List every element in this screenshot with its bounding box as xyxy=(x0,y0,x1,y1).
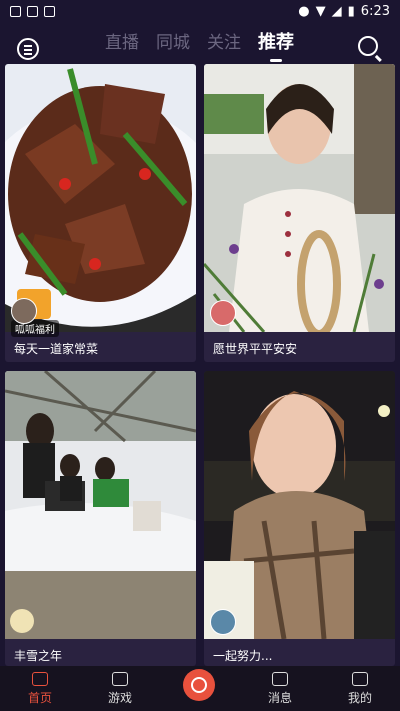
tab-nearby[interactable]: 同城 xyxy=(156,28,190,54)
video-thumbnail xyxy=(204,64,395,332)
user-icon xyxy=(352,672,368,686)
message-icon xyxy=(272,672,288,686)
video-caption: 丰雪之年 xyxy=(14,649,63,663)
battery-icon: ▮ xyxy=(347,3,355,19)
feed-tabs: 直播 同城 关注 推荐 xyxy=(105,28,294,62)
video-card[interactable]: 呱呱福利 每天一道家常菜 xyxy=(5,64,196,362)
nav-games[interactable]: 游戏 xyxy=(80,666,160,711)
nav-label: 首页 xyxy=(27,691,52,705)
video-caption: 每天一道家常菜 xyxy=(14,342,99,356)
video-thumbnail xyxy=(5,371,196,639)
signal-icon: ◢ xyxy=(331,3,342,19)
wifi-icon: ▼ xyxy=(315,3,326,19)
notification-icon xyxy=(27,5,38,17)
gamepad-icon xyxy=(112,672,128,686)
notification-icon xyxy=(44,5,55,17)
video-caption: 愿世界平平安安 xyxy=(213,342,298,356)
nav-label: 消息 xyxy=(267,691,292,705)
notification-icon xyxy=(10,5,21,17)
tab-following[interactable]: 关注 xyxy=(207,28,241,54)
top-navigation: 直播 同城 关注 推荐 xyxy=(0,22,400,62)
home-icon xyxy=(32,672,48,686)
nav-profile[interactable]: 我的 xyxy=(320,666,400,711)
search-icon[interactable] xyxy=(358,36,378,56)
nav-home[interactable]: 首页 xyxy=(0,666,80,711)
tab-recommended[interactable]: 推荐 xyxy=(258,28,294,62)
nav-label: 我的 xyxy=(347,691,372,705)
nav-messages[interactable]: 消息 xyxy=(240,666,320,711)
avatar[interactable] xyxy=(210,300,236,326)
status-time: 6:23 xyxy=(360,3,390,19)
video-card[interactable]: 丰雪之年 xyxy=(5,371,196,666)
menu-icon[interactable] xyxy=(17,38,39,60)
status-bar: ● ▼ ◢ ▮ 6:23 xyxy=(0,0,400,22)
avatar[interactable] xyxy=(210,609,236,635)
record-button[interactable] xyxy=(183,669,215,701)
video-card[interactable]: 愿世界平平安安 xyxy=(204,64,395,362)
tab-live[interactable]: 直播 xyxy=(105,28,139,54)
status-system-icons: ● ▼ ◢ ▮ 6:23 xyxy=(298,4,390,19)
nav-label: 游戏 xyxy=(107,691,132,705)
video-caption: 一起努力... xyxy=(213,649,273,663)
location-icon: ● xyxy=(298,3,310,19)
video-card[interactable]: 一起努力... xyxy=(204,371,395,666)
status-notification-icons xyxy=(10,5,55,17)
avatar[interactable] xyxy=(11,298,37,324)
video-thumbnail xyxy=(204,371,395,639)
